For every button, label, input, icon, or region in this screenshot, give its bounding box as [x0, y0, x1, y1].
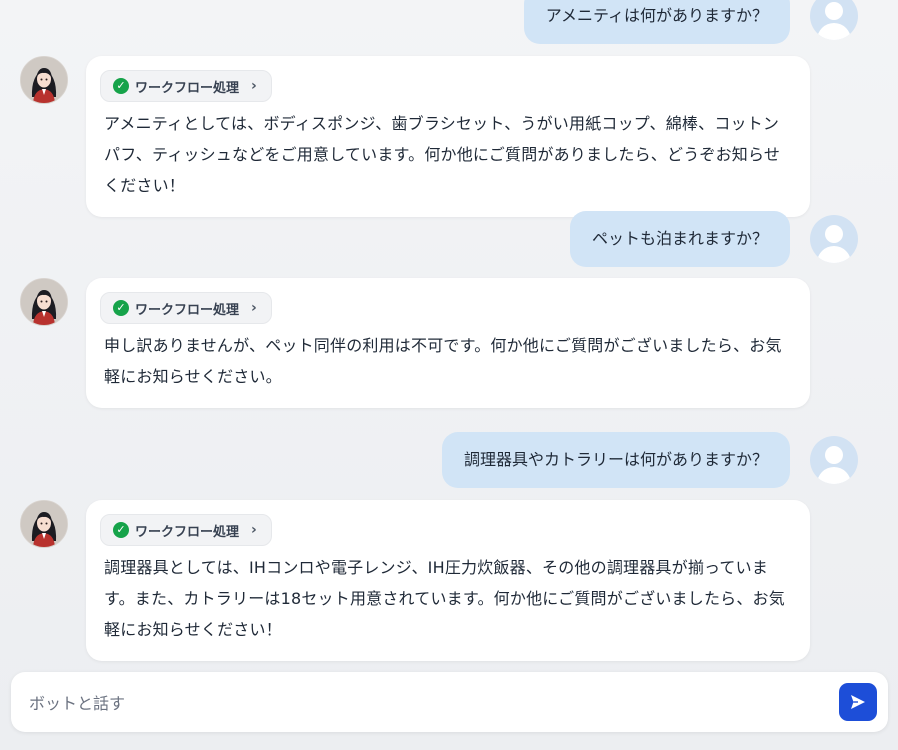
user-message: ペットも泊まれますか？ [569, 211, 858, 267]
bot-avatar [20, 56, 68, 104]
check-circle-icon: ✓ [113, 78, 129, 94]
bot-message: ✓ ワークフロー処理 › アメニティとしては、ボディスポンジ、歯ブラシセット、う… [86, 56, 810, 217]
user-avatar-icon [810, 436, 858, 484]
send-icon [851, 695, 865, 709]
check-circle-icon: ✓ [113, 300, 129, 316]
message-composer [11, 672, 888, 734]
user-message: 調理器具やカトラリーは何がありますか？ [441, 432, 858, 488]
chevron-right-icon: › [251, 522, 257, 538]
bot-avatar [20, 500, 68, 548]
bot-message: ✓ ワークフロー処理 › 申し訳ありませんが、ペット同伴の利用は不可です。何か他… [86, 278, 810, 408]
workflow-label: ワークフロー処理 [135, 524, 240, 540]
bot-avatar [20, 278, 68, 326]
bot-message-text: アメニティとしては、ボディスポンジ、歯ブラシセット、うがい用紙コップ、綿棒、コッ… [104, 114, 781, 195]
chevron-right-icon: › [251, 78, 257, 94]
chevron-right-icon: › [251, 300, 257, 316]
workflow-status-toggle[interactable]: ✓ ワークフロー処理 › [100, 514, 272, 546]
user-message-bubble: アメニティは何がありますか？ [523, 0, 790, 44]
send-button[interactable] [839, 683, 877, 721]
check-circle-icon: ✓ [113, 522, 129, 538]
message-input[interactable] [27, 672, 831, 734]
chat-thread: アメニティは何がありますか？ ✓ ワークフロー処理 › アメニティとしては、ボデ… [0, 0, 898, 665]
workflow-status-toggle[interactable]: ✓ ワークフロー処理 › [100, 292, 272, 324]
bot-message: ✓ ワークフロー処理 › 調理器具としては、IHコンロや電子レンジ、IH圧力炊飯… [86, 500, 810, 661]
workflow-label: ワークフロー処理 [135, 80, 240, 96]
workflow-label: ワークフロー処理 [135, 302, 240, 318]
user-avatar-icon [810, 0, 858, 40]
user-message: アメニティは何がありますか？ [523, 0, 858, 44]
user-message-bubble: ペットも泊まれますか？ [569, 211, 790, 267]
user-avatar-icon [810, 215, 858, 263]
workflow-status-toggle[interactable]: ✓ ワークフロー処理 › [100, 70, 272, 102]
bot-message-text: 調理器具としては、IHコンロや電子レンジ、IH圧力炊飯器、その他の調理器具が揃っ… [104, 558, 785, 639]
user-message-bubble: 調理器具やカトラリーは何がありますか？ [441, 432, 790, 488]
bot-message-text: 申し訳ありませんが、ペット同伴の利用は不可です。何か他にご質問がございましたら、… [104, 336, 782, 386]
